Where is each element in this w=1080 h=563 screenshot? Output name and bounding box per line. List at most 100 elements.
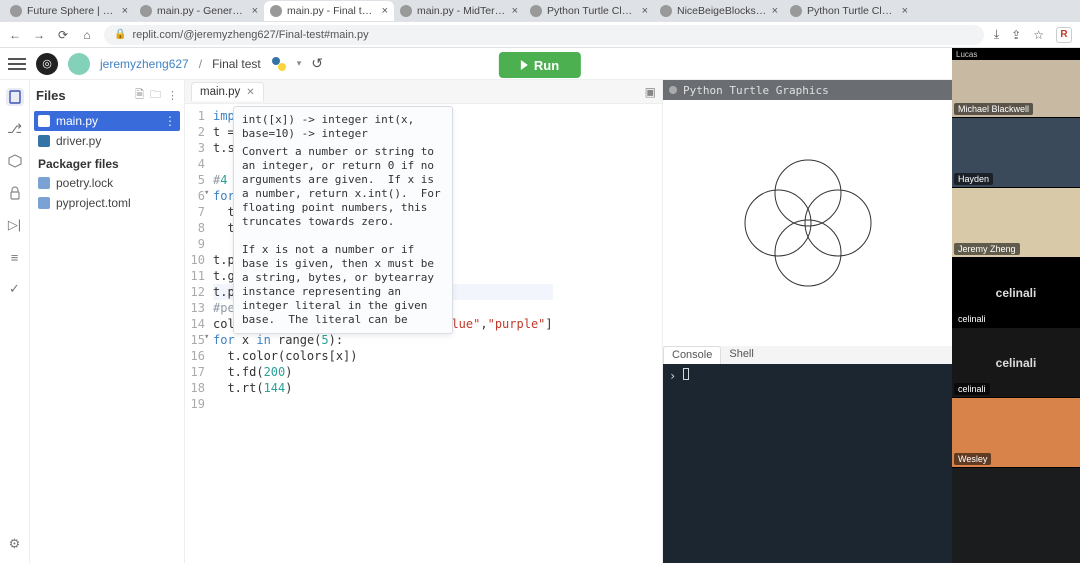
file-item-driver[interactable]: driver.py [30,131,184,151]
more-icon[interactable]: ⋮ [167,89,178,102]
reload-icon[interactable]: ⟳ [56,28,70,42]
settings-rail-icon[interactable]: ⚙ [6,535,24,553]
browser-tab[interactable]: Future Sphere | Student Portal × [4,1,134,21]
back-icon[interactable]: ← [8,28,22,42]
editor-tab-label: main.py [200,86,240,98]
code-line[interactable] [213,396,553,412]
left-tool-rail: ⎇ ▷| ≡ ✓ ⚙ [0,80,30,563]
replit-logo-icon[interactable]: ◎ [36,53,58,75]
code-editor[interactable]: 12345678910111213141516171819 import tur… [185,104,662,563]
menu-icon[interactable] [8,55,26,73]
close-icon[interactable]: × [122,5,128,17]
file-label: pyproject.toml [56,196,131,210]
workspace: ⎇ ▷| ≡ ✓ ⚙ Files 🗎 🗀 ⋮ main.py ⋮ driver.… [0,80,952,563]
bookmark-icon[interactable]: ☆ [1033,28,1044,42]
favicon-icon [400,5,412,17]
browser-tab[interactable]: NiceBeigeBlocks - Replit× [654,1,784,21]
console-wrap: Console Shell › [663,346,952,563]
dropdown-icon[interactable]: ▾ [297,58,302,69]
browser-tab[interactable]: Python Turtle Class 8 - Home… × [784,1,914,21]
python-file-icon [38,135,50,147]
browser-tab[interactable]: main.py - Final test - Replit × [264,1,394,21]
tooltip-body: Convert a number or string to an integer… [242,145,444,327]
file-label: poetry.lock [56,176,113,190]
tab-shell[interactable]: Shell [721,346,761,364]
run-button[interactable]: Run [499,52,581,78]
browser-tab[interactable]: Python Turtle Class 8 - Pytho…× [524,1,654,21]
tab-console[interactable]: Console [663,346,721,364]
url-text: replit.com/@jeremyzheng627/Final-test#ma… [132,29,368,41]
tab-title: Python Turtle Class 8 - Home… [807,5,897,17]
participant-video[interactable]: Wesley [952,398,1080,468]
play-icon [521,60,528,70]
file-item-pyproject[interactable]: pyproject.toml [30,193,184,213]
user-avatar[interactable] [68,53,90,75]
close-icon[interactable]: × [642,5,648,17]
participant-video[interactable]: celinalicelinali [952,258,1080,328]
cursor [683,368,689,380]
participant-name: Jeremy Zheng [954,243,1020,255]
history-icon[interactable]: ↺ [311,55,323,72]
forward-icon[interactable]: → [32,28,46,42]
file-actions-icon[interactable]: ⋮ [164,114,176,128]
file-label: driver.py [56,134,101,148]
output-panel: Python Turtle Graphics Console Shell › [662,80,952,563]
database-rail-icon[interactable]: ≡ [6,248,24,266]
code-line[interactable]: t.color(colors[x]) [213,348,553,364]
packages-rail-icon[interactable] [6,152,24,170]
code-line[interactable]: t.rt(144) [213,380,553,396]
zoom-participants: Michael Blackwell Hayden Jeremy Zheng celin… [952,48,1080,563]
home-icon[interactable]: ⌂ [80,28,94,42]
tab-title: main.py - MidTerm_Test - Re… [417,5,507,17]
breadcrumb-user[interactable]: jeremyzheng627 [100,57,189,71]
install-icon[interactable]: ⤓ [994,27,999,42]
window-control-icon [669,86,677,94]
tab-title: main.py - GenerousDapperAg… [157,5,247,17]
console-tabs: Console Shell [663,346,952,364]
file-item-poetry[interactable]: poetry.lock [30,173,184,193]
console-body[interactable]: › [663,364,952,563]
code-line[interactable]: t.fd(200) [213,364,553,380]
expand-editor-icon[interactable]: ▣ [645,85,656,99]
new-file-icon[interactable]: 🗎 [135,86,144,105]
tab-title: main.py - Final test - Replit [287,5,377,17]
avatar-placeholder: celinali [996,286,1037,300]
close-tab-icon[interactable]: ✕ [246,87,254,98]
new-folder-icon[interactable]: 🗀 [150,86,161,105]
packager-section-label: Packager files [30,151,184,173]
python-file-icon [38,115,50,127]
close-icon[interactable]: × [382,5,388,17]
close-icon[interactable]: × [512,5,518,17]
debugger-rail-icon[interactable]: ▷| [6,216,24,234]
profile-badge[interactable]: R [1056,27,1072,43]
file-item-main[interactable]: main.py ⋮ [34,111,180,131]
browser-tab[interactable]: main.py - MidTerm_Test - Re… × [394,1,524,21]
files-rail-icon[interactable] [6,88,24,106]
breadcrumb-project[interactable]: Final test [212,57,261,71]
share-icon[interactable]: ⇪ [1011,28,1021,42]
done-rail-icon[interactable]: ✓ [6,280,24,298]
lock-icon: 🔒 [114,29,126,40]
participant-name: Michael Blackwell [954,103,1033,115]
secrets-rail-icon[interactable] [6,184,24,202]
close-icon[interactable]: × [902,5,908,17]
close-icon[interactable]: × [252,5,258,17]
fold-icon[interactable]: ▾ [204,188,209,198]
zoom-active-speaker: Lucas [952,48,1080,60]
fold-icon[interactable]: ▾ [204,332,209,342]
turtle-drawing [718,133,898,313]
tooltip-signature: int([x]) -> integer int(x, base=10) -> i… [242,113,444,141]
url-input[interactable]: 🔒 replit.com/@jeremyzheng627/Final-test#… [104,25,984,45]
participant-video[interactable]: Hayden [952,118,1080,188]
code-line[interactable]: for x in range(5): [213,332,553,348]
browser-tab[interactable]: main.py - GenerousDapperAg… × [134,1,264,21]
participant-video[interactable]: celinalicelinali [952,328,1080,398]
close-icon[interactable]: × [772,5,778,17]
editor-tabbar: main.py ✕ ▣ [185,80,662,104]
participant-video[interactable]: Jeremy Zheng [952,188,1080,258]
editor-tab-main[interactable]: main.py ✕ [191,82,264,101]
favicon-icon [270,5,282,17]
vcs-rail-icon[interactable]: ⎇ [6,120,24,138]
files-title: Files [36,88,129,103]
tab-title: Future Sphere | Student Portal [27,5,117,17]
